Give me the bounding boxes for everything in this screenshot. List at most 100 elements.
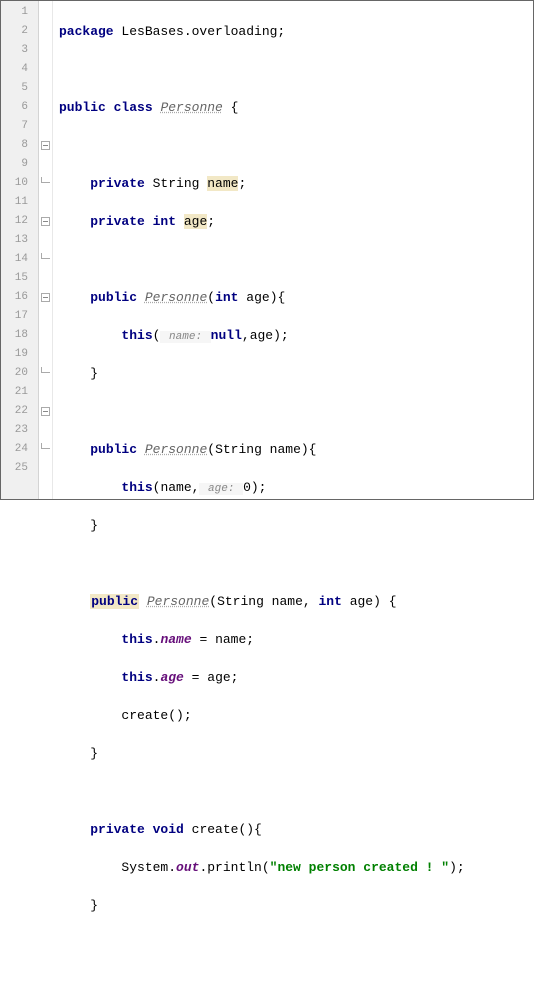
line-number: 16 xyxy=(1,288,38,307)
class-name: Personne xyxy=(160,100,222,115)
fold-icon[interactable] xyxy=(41,217,50,226)
keyword-this: this xyxy=(121,632,152,647)
code-line[interactable] xyxy=(59,782,533,801)
keyword-int: int xyxy=(318,594,341,609)
code-line[interactable]: public class Personne { xyxy=(59,98,533,117)
keyword-private: private xyxy=(90,214,145,229)
code-line[interactable] xyxy=(59,250,533,269)
keyword-int: int xyxy=(145,214,184,229)
keyword-public-highlight: public xyxy=(90,594,139,609)
keyword-public: public xyxy=(90,442,137,457)
field-age: age xyxy=(160,670,183,685)
brace: { xyxy=(223,100,239,115)
code-line[interactable]: } xyxy=(59,516,533,535)
args: (name, xyxy=(153,480,200,495)
code-line[interactable]: public Personne(String name){ xyxy=(59,440,533,459)
line-number: 4 xyxy=(1,60,38,79)
dot: . xyxy=(153,670,161,685)
code-area[interactable]: package LesBases.overloading; public cla… xyxy=(53,1,533,499)
literal-zero: 0 xyxy=(243,480,251,495)
keyword-public: public xyxy=(90,290,137,305)
keyword-public: public xyxy=(59,100,106,115)
code-line[interactable]: System.out.println("new person created !… xyxy=(59,858,533,877)
paren: ); xyxy=(449,860,465,875)
line-number: 1 xyxy=(1,3,38,22)
semicolon: ; xyxy=(238,176,246,191)
code-line[interactable]: private int age; xyxy=(59,212,533,231)
line-number: 18 xyxy=(1,326,38,345)
params: (String name){ xyxy=(207,442,316,457)
code-editor[interactable]: 1 2 3 4 5 6 7 8 9 10 11 12 13 14 15 16 1… xyxy=(1,1,533,499)
line-number: 25 xyxy=(1,459,38,478)
line-number: 2 xyxy=(1,22,38,41)
fold-end-icon xyxy=(41,253,50,259)
class-system: System. xyxy=(121,860,176,875)
keyword-private: private xyxy=(90,822,145,837)
params: (){ xyxy=(238,822,261,837)
code-line[interactable]: } xyxy=(59,364,533,383)
code-line[interactable]: this( name: null,age); xyxy=(59,326,533,345)
line-number: 19 xyxy=(1,345,38,364)
line-number: 3 xyxy=(1,41,38,60)
constructor-name: Personne xyxy=(145,290,207,305)
line-number: 14 xyxy=(1,250,38,269)
line-number: 20 xyxy=(1,364,38,383)
paren: ( xyxy=(207,290,215,305)
fold-gutter xyxy=(39,1,53,499)
code-line[interactable]: public Personne(int age){ xyxy=(59,288,533,307)
code-line[interactable]: private void create(){ xyxy=(59,820,533,839)
brace: } xyxy=(90,746,98,761)
dot: . xyxy=(153,632,161,647)
constructor-name: Personne xyxy=(147,594,209,609)
keyword-this: this xyxy=(121,480,152,495)
fold-end-icon xyxy=(41,177,50,183)
line-number: 10 xyxy=(1,174,38,193)
type-string: String xyxy=(145,176,207,191)
code-line[interactable] xyxy=(59,554,533,573)
code-line[interactable]: } xyxy=(59,744,533,763)
code-line[interactable]: private String name; xyxy=(59,174,533,193)
code-line[interactable]: this.age = age; xyxy=(59,668,533,687)
param-hint-name: name: xyxy=(160,331,210,343)
brace: } xyxy=(90,366,98,381)
field-name: name xyxy=(160,632,191,647)
line-number: 23 xyxy=(1,421,38,440)
line-number-gutter: 1 2 3 4 5 6 7 8 9 10 11 12 13 14 15 16 1… xyxy=(1,1,39,499)
line-number: 8 xyxy=(1,136,38,155)
keyword-class: class xyxy=(114,100,153,115)
line-number: 7 xyxy=(1,117,38,136)
line-number: 11 xyxy=(1,193,38,212)
semicolon: ; xyxy=(207,214,215,229)
fold-icon[interactable] xyxy=(41,141,50,150)
keyword-int: int xyxy=(215,290,238,305)
code-line[interactable]: create(); xyxy=(59,706,533,725)
code-line[interactable] xyxy=(59,136,533,155)
line-number: 22 xyxy=(1,402,38,421)
param-hint-age: age: xyxy=(199,483,243,495)
params: (String name, xyxy=(209,594,318,609)
line-number: 9 xyxy=(1,155,38,174)
code-line[interactable]: this.name = name; xyxy=(59,630,533,649)
package-path: LesBases.overloading; xyxy=(114,24,286,39)
code-line[interactable]: public Personne(String name, int age) { xyxy=(59,592,533,611)
code-line[interactable]: } xyxy=(59,896,533,915)
line-number: 5 xyxy=(1,79,38,98)
code-line[interactable] xyxy=(59,60,533,79)
brace: } xyxy=(90,898,98,913)
params: age) { xyxy=(342,594,397,609)
field-age-highlight: age xyxy=(184,214,207,229)
assign: = name; xyxy=(192,632,254,647)
method-call: create(); xyxy=(121,708,191,723)
fold-end-icon xyxy=(41,443,50,449)
fold-icon[interactable] xyxy=(41,407,50,416)
line-number: 21 xyxy=(1,383,38,402)
fold-end-icon xyxy=(41,367,50,373)
field-name-highlight: name xyxy=(207,176,238,191)
code-line[interactable]: package LesBases.overloading; xyxy=(59,22,533,41)
method-name: create xyxy=(192,822,239,837)
constructor-name: Personne xyxy=(145,442,207,457)
fold-icon[interactable] xyxy=(41,293,50,302)
code-line[interactable] xyxy=(59,934,533,953)
code-line[interactable] xyxy=(59,402,533,421)
code-line[interactable]: this(name, age: 0); xyxy=(59,478,533,497)
